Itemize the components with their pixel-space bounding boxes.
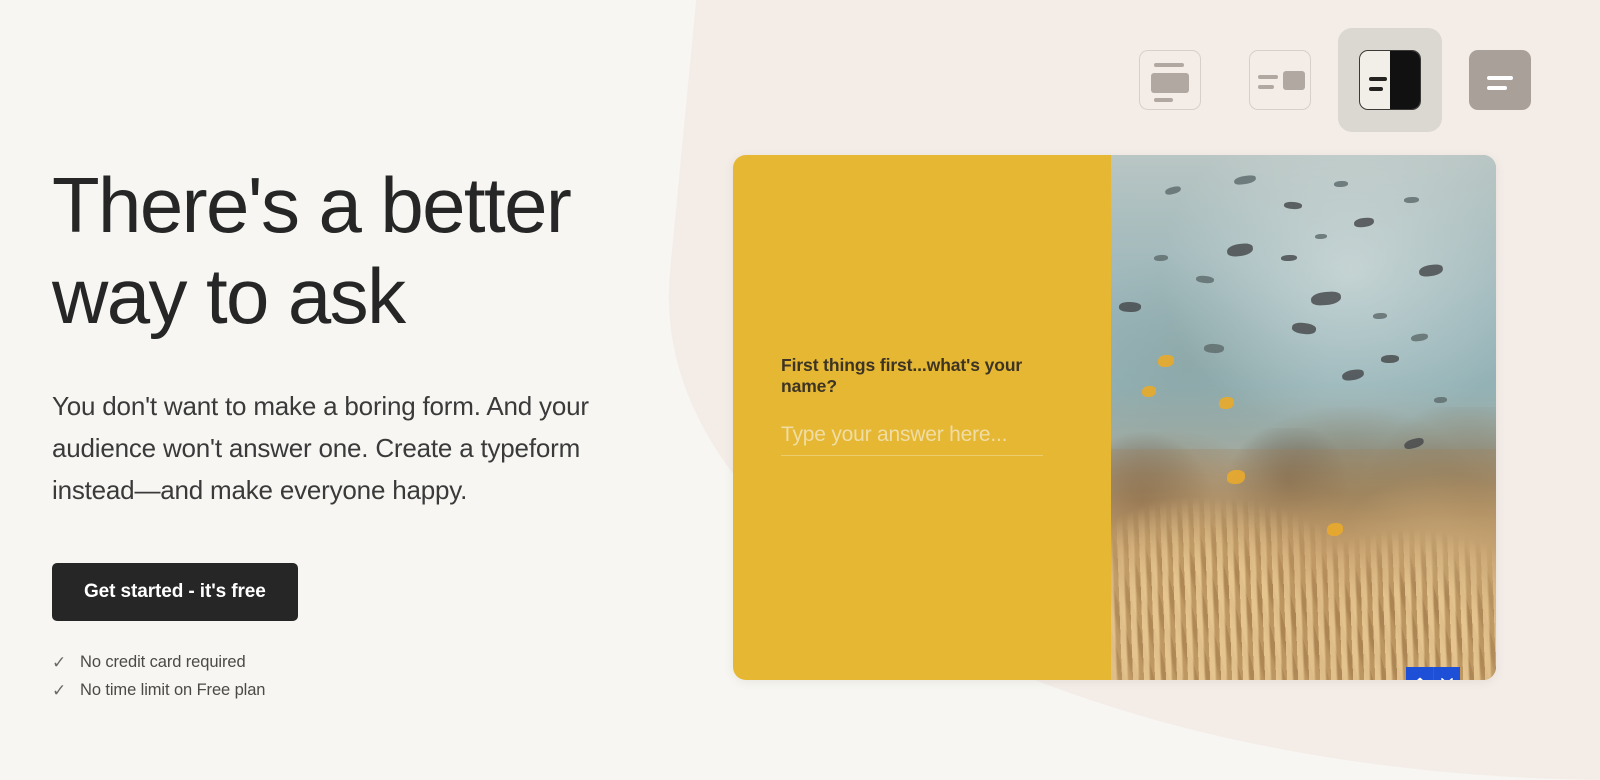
page-title: There's a better way to ask — [52, 161, 572, 341]
benefits-list: ✓ No credit card required ✓ No time limi… — [52, 653, 692, 700]
list-item: ✓ No time limit on Free plan — [52, 681, 692, 700]
hero-subcopy: You don't want to make a boring form. An… — [52, 390, 589, 505]
hero-section: There's a better way to ask You don't wa… — [52, 160, 692, 716]
benefit-label: No time limit on Free plan — [80, 680, 266, 699]
layout-side-by-side-icon — [1249, 50, 1311, 110]
answer-input[interactable] — [781, 423, 1043, 456]
question-label: First things first...what's your name? — [781, 355, 1023, 396]
reef-photo — [1111, 155, 1496, 680]
coral-fingers-layer — [1111, 470, 1496, 680]
card-navigation — [1406, 667, 1460, 680]
nav-up-button[interactable] — [1406, 667, 1433, 680]
layout-stacked-icon — [1139, 50, 1201, 110]
get-started-button[interactable]: Get started - it's free — [52, 562, 298, 621]
form-preview-card: First things first...what's your name? — [733, 155, 1496, 680]
layout-option-full-background[interactable] — [1448, 28, 1552, 132]
layout-split-screen-icon — [1359, 50, 1421, 110]
check-icon: ✓ — [52, 680, 67, 700]
benefit-label: No credit card required — [80, 652, 246, 671]
chevron-down-icon — [1441, 677, 1453, 680]
layout-option-stacked[interactable] — [1118, 28, 1222, 132]
question-block: First things first...what's your name? — [781, 355, 1075, 456]
layout-option-side-by-side[interactable] — [1228, 28, 1332, 132]
list-item: ✓ No credit card required — [52, 653, 692, 672]
chevron-up-icon — [1415, 677, 1424, 680]
check-icon: ✓ — [52, 652, 67, 672]
layout-switcher — [1118, 28, 1552, 132]
form-question-panel: First things first...what's your name? — [733, 155, 1112, 680]
nav-down-button[interactable] — [1433, 667, 1460, 680]
layout-option-split-screen[interactable] — [1338, 28, 1442, 132]
layout-full-background-icon — [1469, 50, 1531, 110]
